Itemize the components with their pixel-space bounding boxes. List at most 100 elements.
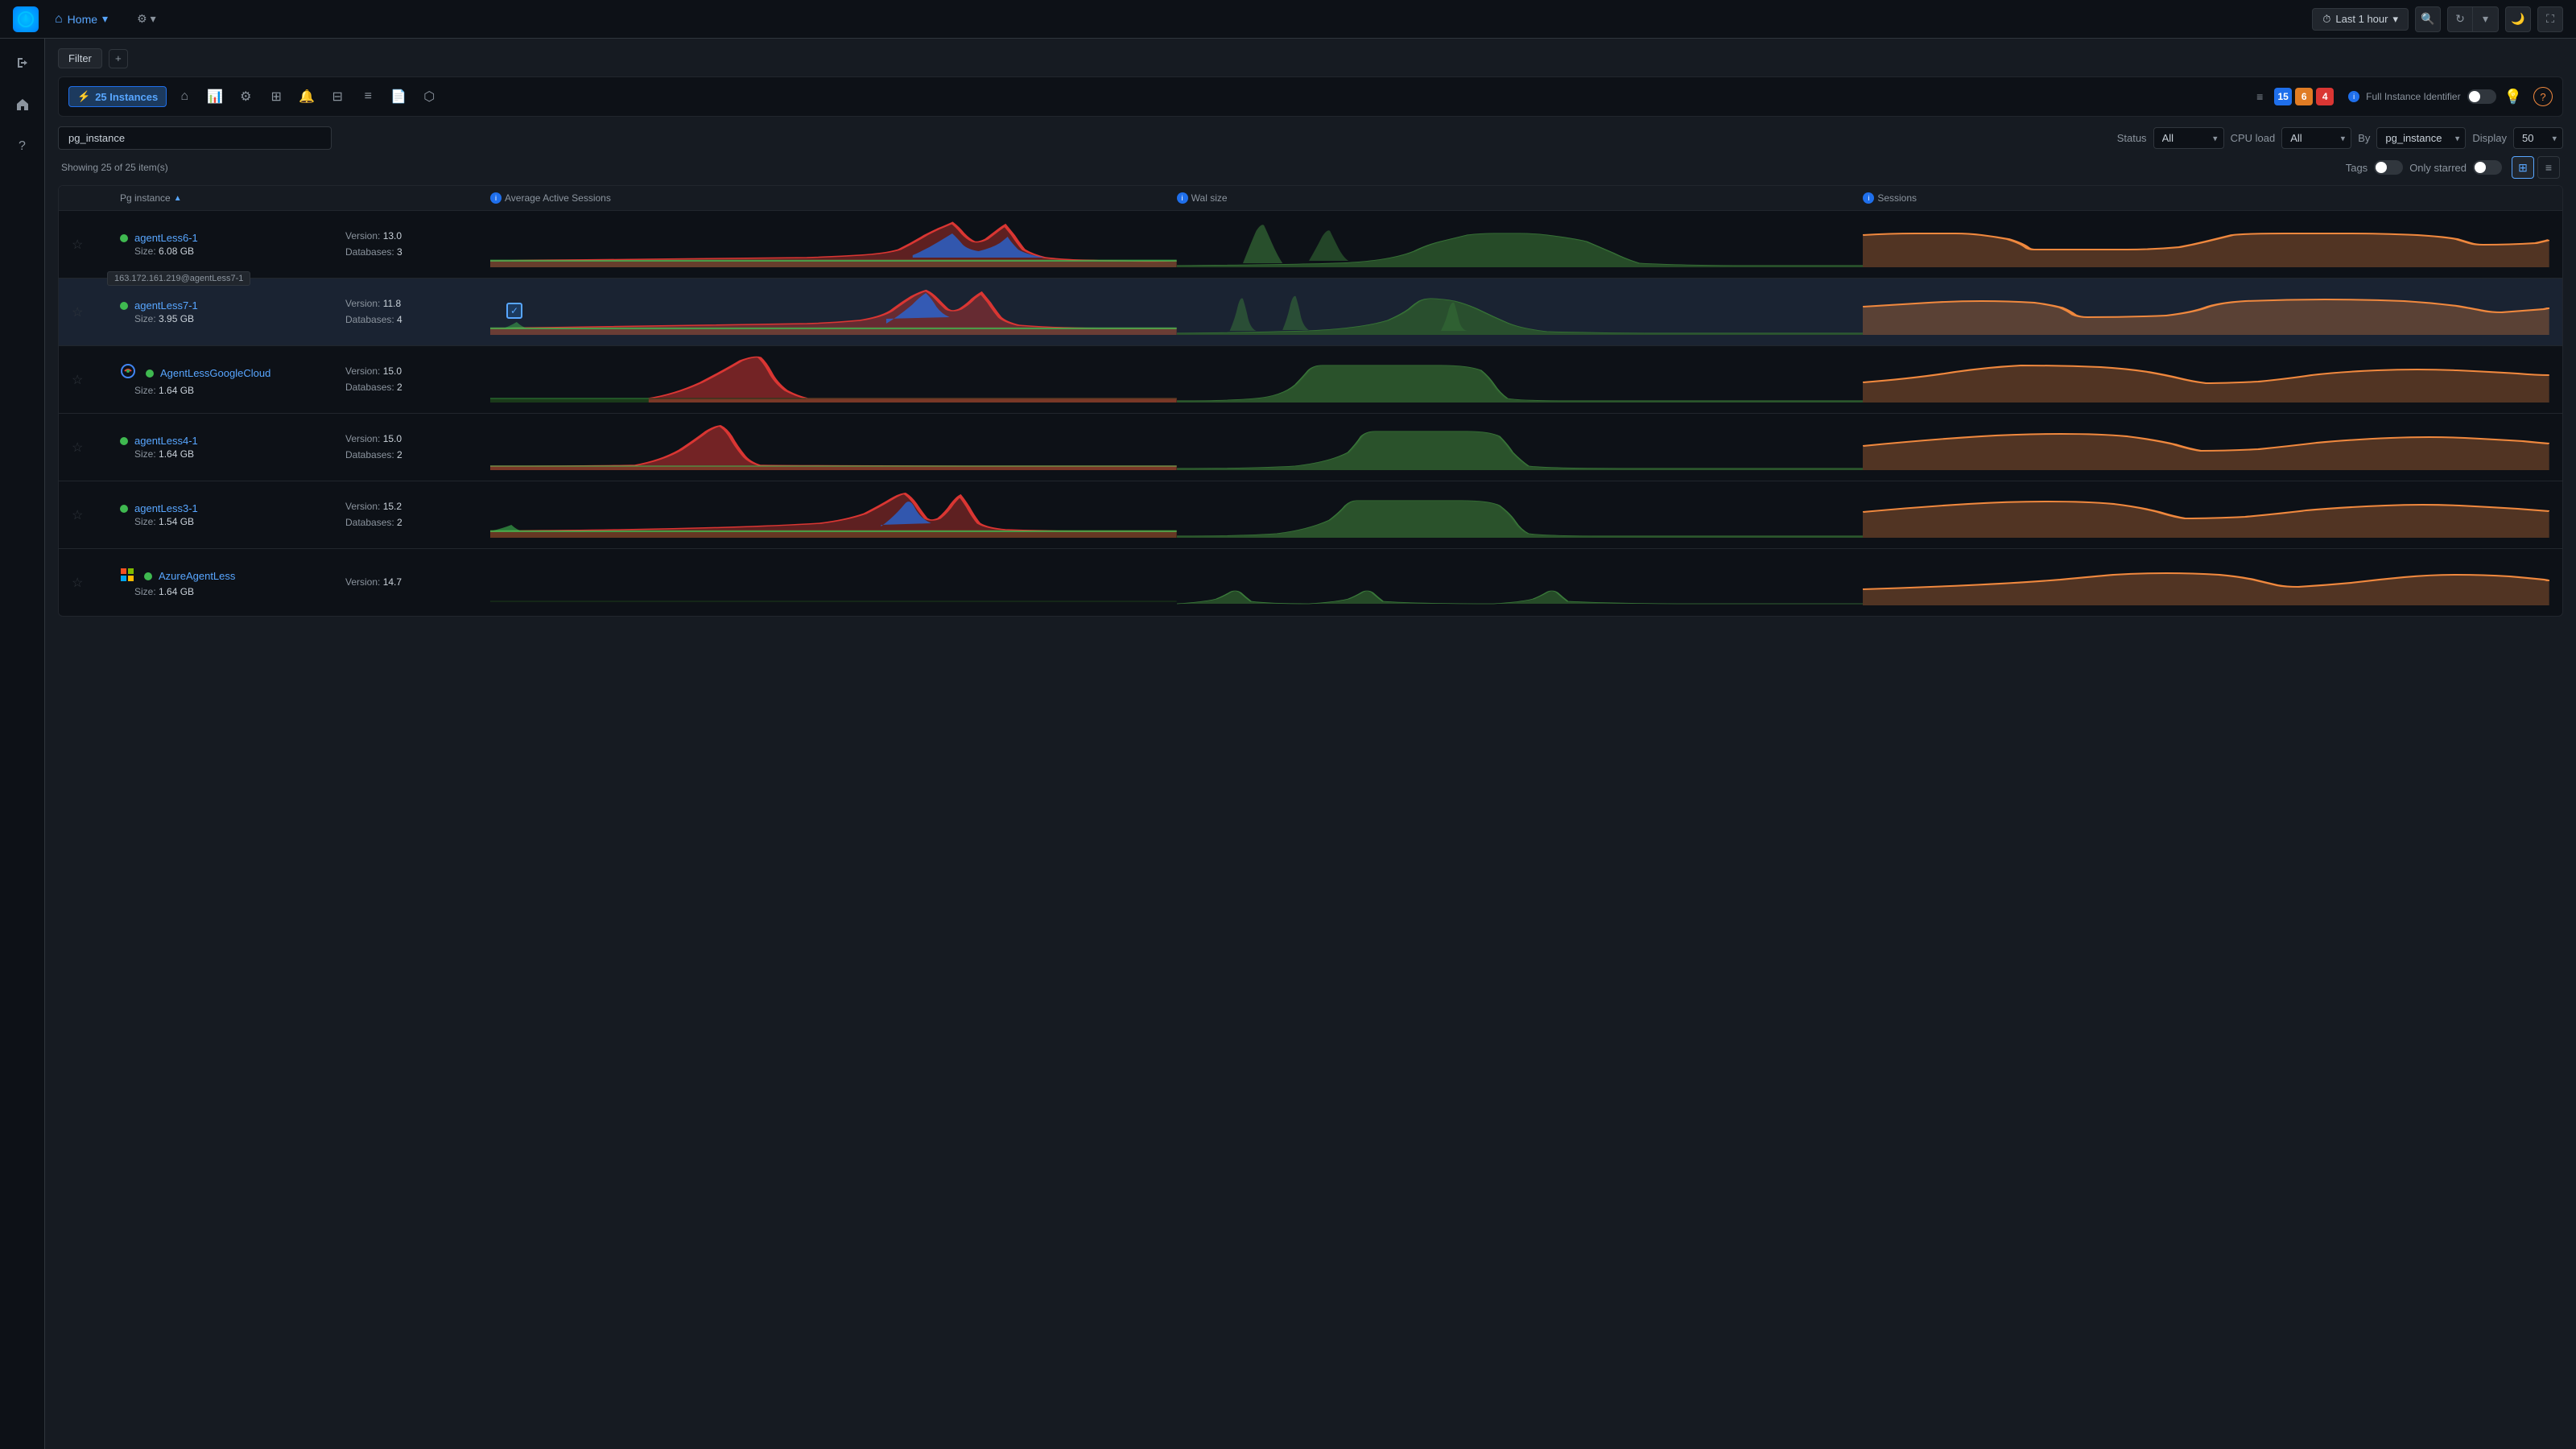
- status-select[interactable]: All OK Warning Critical: [2153, 127, 2224, 149]
- instance-name[interactable]: agentLess6-1: [134, 232, 198, 244]
- star-button[interactable]: ☆: [72, 237, 83, 253]
- badge-count-blue[interactable]: 15: [2274, 88, 2292, 105]
- hex-icon: ⬡: [423, 89, 435, 105]
- instance-name[interactable]: AzureAgentLess: [159, 570, 235, 582]
- cpu-select[interactable]: All Low Medium High: [2281, 127, 2351, 149]
- grid-icon: ⊞: [271, 89, 282, 105]
- add-filter-button[interactable]: +: [109, 49, 128, 68]
- home-nav-button[interactable]: ⌂ Home ▾: [48, 9, 114, 30]
- refresh-button[interactable]: ↻: [2447, 6, 2473, 32]
- size-label: Size: 1.64 GB: [134, 586, 194, 597]
- toolbar-hex-btn[interactable]: ⬡: [416, 84, 442, 109]
- theme-button[interactable]: 🌙: [2505, 6, 2531, 32]
- star-button[interactable]: ☆: [72, 507, 83, 523]
- size-label: Size: 1.64 GB: [134, 448, 194, 460]
- instance-name[interactable]: agentLess4-1: [134, 435, 198, 447]
- starred-toggle[interactable]: [2473, 160, 2502, 175]
- plus-icon: +: [115, 52, 122, 64]
- filter-group: Status All OK Warning Critical CPU load …: [2117, 127, 2563, 149]
- home-label: Home: [68, 13, 97, 26]
- instance-details: Version: 15.2 Databases: 2: [345, 499, 490, 530]
- light-button[interactable]: 💡: [2504, 89, 2522, 105]
- col-avg-sessions: i Average Active Sessions: [490, 192, 1177, 204]
- filter-button[interactable]: Filter: [58, 48, 102, 68]
- badge-count-red[interactable]: 4: [2316, 88, 2334, 105]
- instance-name[interactable]: agentLess3-1: [134, 502, 198, 514]
- col-pg-instance-label: Pg instance: [120, 192, 171, 204]
- full-instance-toggle[interactable]: [2467, 89, 2496, 104]
- home-icon: ⌂: [55, 12, 63, 27]
- star-button[interactable]: ☆: [72, 304, 83, 320]
- instance-info: agentLess6-1 Size: 6.08 GB: [120, 232, 345, 257]
- instance-details: Version: 14.7: [345, 575, 490, 590]
- toolbar-list-btn[interactable]: ≡: [355, 84, 381, 109]
- search-input[interactable]: [58, 126, 332, 150]
- instance-meta: Size: 1.64 GB: [134, 385, 345, 396]
- by-select[interactable]: pg_instance hostname agent: [2376, 127, 2466, 149]
- chart-icon: 📊: [207, 89, 223, 105]
- databases-value: 3: [397, 246, 402, 258]
- instance-name-row: AgentLessGoogleCloud: [120, 363, 345, 383]
- fullscreen-button[interactable]: ⛶: [2537, 6, 2563, 32]
- instance-meta: Size: 1.54 GB: [134, 516, 345, 527]
- star-cell: ☆: [72, 304, 120, 320]
- instance-name[interactable]: agentLess7-1: [134, 299, 198, 312]
- tags-toggle[interactable]: [2374, 160, 2403, 175]
- sidebar-item-help[interactable]: ?: [8, 132, 37, 161]
- cpu-filter-label: CPU load: [2231, 132, 2276, 144]
- status-indicator: [120, 234, 128, 242]
- instance-name[interactable]: AgentLessGoogleCloud: [160, 367, 270, 379]
- document-icon: 📄: [390, 89, 407, 105]
- table-row: ☆ agentLess6-1 Size: 6.08 GB Version: 13…: [59, 211, 2562, 279]
- sessions-chart: [1863, 219, 2549, 270]
- sessions-chart: [1863, 287, 2549, 337]
- star-button[interactable]: ☆: [72, 440, 83, 456]
- instance-meta: Size: 3.95 GB: [134, 313, 345, 324]
- full-instance-toggle-group: i Full Instance Identifier: [2348, 89, 2496, 104]
- gear-icon: ⚙: [240, 89, 251, 105]
- time-range-picker[interactable]: ⏱ Last 1 hour ▾: [2312, 8, 2409, 31]
- settings-nav-button[interactable]: ⚙ ▾: [130, 9, 163, 29]
- toolbar-doc-btn[interactable]: 📄: [386, 84, 411, 109]
- table-row: ☆ AgentLessGoogleCloud: [59, 346, 2562, 414]
- question-icon: ?: [19, 139, 26, 154]
- view-controls: Tags Only starred ⊞ ≡: [2346, 156, 2560, 179]
- stack-icon: ⊟: [332, 89, 343, 105]
- search-button[interactable]: 🔍: [2415, 6, 2441, 32]
- status-select-wrap: All OK Warning Critical: [2153, 127, 2224, 149]
- avg-sessions-info-icon: i: [490, 192, 502, 204]
- display-select[interactable]: 50 25 100: [2513, 127, 2563, 149]
- size-label: Size: 3.95 GB: [134, 313, 194, 324]
- toolbar-alert-btn[interactable]: 🔔: [294, 84, 320, 109]
- refresh-dropdown-button[interactable]: ▾: [2473, 6, 2499, 32]
- toolbar-grid-btn[interactable]: ⊞: [263, 84, 289, 109]
- wal-size-info-icon: i: [1177, 192, 1188, 204]
- theme-icon: 🌙: [2511, 12, 2524, 26]
- version-value: 13.0: [383, 230, 402, 242]
- star-button[interactable]: ☆: [72, 575, 83, 591]
- instance-meta: Size: 6.08 GB: [134, 246, 345, 257]
- avg-sessions-chart: [490, 489, 1177, 540]
- badge-count-orange[interactable]: 6: [2295, 88, 2313, 105]
- sessions-info-icon: i: [1863, 192, 1874, 204]
- toolbar-chart-btn[interactable]: 📊: [202, 84, 228, 109]
- sidebar-item-login[interactable]: [8, 48, 37, 77]
- clock-icon: ⏱: [2322, 13, 2330, 26]
- sidebar-item-home[interactable]: [8, 90, 37, 119]
- list-view-button[interactable]: ≡: [2537, 156, 2560, 179]
- toolbar-settings-btn[interactable]: ⚙: [233, 84, 258, 109]
- toolbar-home-btn[interactable]: ⌂: [171, 84, 197, 109]
- nav-right: ⏱ Last 1 hour ▾ 🔍 ↻ ▾ 🌙 ⛶: [2312, 6, 2563, 32]
- help-button[interactable]: ?: [2533, 87, 2553, 106]
- toolbar-stack-btn[interactable]: ⊟: [324, 84, 350, 109]
- main-layout: ? Filter + ⚡ 25 Instances ⌂ 📊: [0, 39, 2576, 1449]
- status-indicator: [146, 369, 154, 378]
- cpu-select-wrap: All Low Medium High: [2281, 127, 2351, 149]
- grid-view-button[interactable]: ⊞: [2512, 156, 2534, 179]
- col-wal-size-label: Wal size: [1191, 192, 1228, 204]
- star-button[interactable]: ☆: [72, 372, 83, 388]
- star-cell: ☆: [72, 507, 120, 523]
- wal-size-chart: [1177, 557, 1864, 608]
- databases-value: 2: [397, 449, 402, 460]
- instances-badge[interactable]: ⚡ 25 Instances: [68, 86, 167, 107]
